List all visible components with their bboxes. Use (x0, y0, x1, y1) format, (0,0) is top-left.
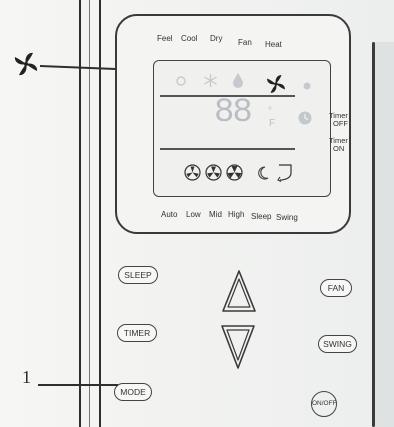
fan-label-swing: Swing (276, 213, 298, 222)
remote-left-edge (99, 0, 101, 427)
feel-icon (176, 76, 186, 86)
fan-speed-mid-icon (205, 164, 222, 181)
clock-icon (298, 111, 312, 125)
mode-label-dry: Dry (210, 34, 223, 43)
timer-button[interactable]: TIMER (117, 324, 157, 342)
mode-button[interactable]: MODE (114, 383, 152, 401)
celsius-icon: ° F (268, 106, 275, 129)
swing-button[interactable]: SWING (318, 335, 357, 353)
sleep-button[interactable]: SLEEP (118, 266, 158, 284)
mode-label-fan: Fan (238, 38, 252, 47)
remote-right-edge (372, 42, 375, 427)
timer-on-label-2: ON (333, 144, 345, 153)
fan-speed-high-icon (226, 164, 243, 181)
lcd-fan-icon (267, 75, 285, 93)
mode-label-cool: Cool (181, 34, 198, 43)
swing-icon (277, 164, 292, 182)
svg-text:°: ° (268, 106, 272, 117)
svg-text:F: F (269, 118, 275, 129)
up-arrow-icon[interactable] (220, 268, 258, 314)
snowflake-icon (204, 74, 217, 87)
fan-button[interactable]: FAN (320, 279, 352, 297)
temperature-digits: 88 (214, 94, 253, 132)
fan-label-high: High (228, 210, 245, 219)
mode-label-feel: Feel (157, 34, 173, 43)
timer-off-label-2: OFF (333, 119, 348, 128)
sun-icon (303, 82, 311, 90)
mode-label-heat: Heat (265, 40, 282, 49)
power-button[interactable]: ON/OFF (311, 391, 337, 417)
fan-speed-low-icon (184, 164, 201, 181)
fan-label-auto: Auto (161, 210, 178, 219)
callout-number: 1 (22, 367, 31, 387)
left-border-line (79, 0, 81, 427)
callout-line (38, 384, 118, 386)
remote-side-shade (375, 42, 394, 427)
remote-inner-edge (89, 0, 90, 427)
lcd-divider-bottom (160, 148, 295, 150)
fan-label-sleep: Sleep (251, 212, 272, 221)
sleep-moon-icon (258, 166, 269, 180)
droplet-icon (233, 73, 243, 88)
fan-label-low: Low (186, 210, 201, 219)
fan-label-mid: Mid (209, 210, 222, 219)
fan-icon (14, 52, 38, 76)
down-arrow-icon[interactable] (219, 323, 257, 371)
